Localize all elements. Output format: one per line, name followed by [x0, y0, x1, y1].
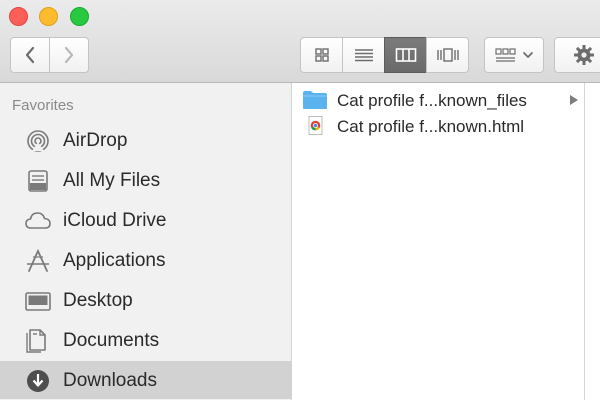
chevron-down-icon: [522, 52, 533, 58]
sidebar-item-desktop[interactable]: Desktop: [0, 281, 292, 319]
chevron-left-icon: [25, 46, 35, 64]
action-button[interactable]: [554, 37, 600, 73]
sidebar: Favorites AirDrop All My Files iCloud Dr…: [0, 83, 292, 400]
all-files-icon: [28, 170, 48, 192]
next-column: [585, 83, 600, 400]
desktop-icon: [25, 292, 51, 311]
maximize-window-button[interactable]: [70, 7, 89, 26]
cover-flow-icon: [436, 48, 459, 62]
arrange-button[interactable]: [484, 37, 544, 73]
icon-view-button[interactable]: [300, 37, 343, 73]
airdrop-icon: [27, 130, 49, 152]
chrome-html-icon: [308, 116, 323, 135]
documents-icon: [26, 329, 46, 353]
sidebar-item-airdrop[interactable]: AirDrop: [0, 121, 292, 159]
sidebar-item-label: iCloud Drive: [63, 210, 167, 231]
columns-icon: [395, 48, 416, 62]
column-view-button[interactable]: [384, 37, 427, 73]
toolbar: [0, 0, 600, 83]
sidebar-item-label: Desktop: [63, 290, 133, 311]
sidebar-item-label: Downloads: [63, 370, 157, 391]
applications-icon: [27, 249, 49, 272]
cloud-icon: [25, 212, 51, 229]
finder-window: Favorites AirDrop All My Files iCloud Dr…: [0, 0, 600, 400]
sidebar-item-label: AirDrop: [63, 130, 128, 151]
file-name: Cat profile f...known.html: [337, 117, 525, 136]
sidebar-item-applications[interactable]: Applications: [0, 241, 292, 279]
list-view-button[interactable]: [342, 37, 385, 73]
downloads-icon: [27, 370, 49, 392]
sidebar-item-documents[interactable]: Documents: [0, 321, 292, 359]
forward-button[interactable]: [49, 37, 89, 73]
sidebar-item-downloads[interactable]: Downloads: [0, 361, 292, 399]
navigation-group: [10, 37, 90, 73]
file-item-folder[interactable]: Cat profile f...known_files: [292, 87, 584, 113]
icon-grid-icon: [314, 48, 329, 62]
chevron-right-icon: [64, 46, 74, 64]
close-window-button[interactable]: [9, 7, 28, 26]
view-mode-selector: [300, 37, 469, 73]
sidebar-item-label: Documents: [63, 330, 160, 351]
minimize-window-button[interactable]: [39, 7, 58, 26]
cover-flow-view-button[interactable]: [426, 37, 469, 73]
disclosure-arrow-icon: [570, 95, 578, 105]
back-button[interactable]: [10, 37, 50, 73]
list-lines-icon: [354, 49, 373, 62]
sidebar-item-label: All My Files: [63, 170, 161, 191]
folder-icon: [303, 91, 327, 109]
file-item-html[interactable]: Cat profile f...known.html: [292, 113, 584, 139]
file-name: Cat profile f...known_files: [337, 91, 527, 110]
arrange-grid-icon: [494, 48, 516, 62]
file-column: Cat profile f...known_files Cat profile …: [292, 83, 584, 400]
sidebar-item-all-my-files[interactable]: All My Files: [0, 161, 292, 199]
sidebar-heading-favorites: Favorites: [12, 97, 74, 114]
sidebar-item-label: Applications: [63, 250, 166, 271]
gear-icon: [574, 45, 594, 65]
sidebar-item-icloud-drive[interactable]: iCloud Drive: [0, 201, 292, 239]
